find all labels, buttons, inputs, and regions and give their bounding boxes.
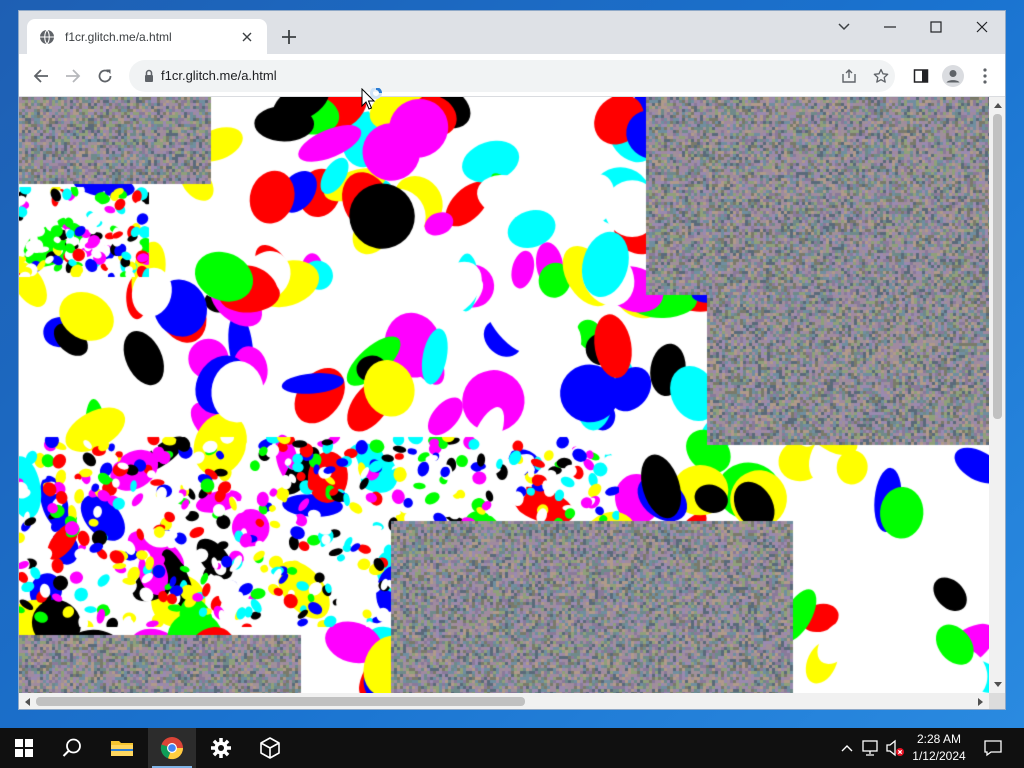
chevron-up-icon[interactable] (837, 738, 857, 758)
system-clock[interactable]: 2:28 AM 1/12/2024 (906, 731, 972, 765)
menu-kebab-icon[interactable] (971, 62, 999, 90)
search-icon[interactable] (48, 728, 96, 768)
minimize-button[interactable] (867, 11, 913, 43)
side-panel-button[interactable] (907, 62, 935, 90)
url-text: f1cr.glitch.me/a.html (161, 68, 277, 83)
scroll-left-arrow[interactable] (19, 693, 36, 709)
horizontal-scrollbar[interactable] (19, 693, 989, 709)
browser-tab[interactable]: f1cr.glitch.me/a.html (27, 19, 267, 54)
bookmark-star-icon[interactable] (869, 64, 893, 88)
reload-button[interactable] (91, 62, 119, 90)
vertical-scrollbar[interactable] (989, 97, 1005, 693)
address-bar[interactable]: f1cr.glitch.me/a.html (129, 60, 895, 92)
browser-window: f1cr.glitch.me/a.html f1cr.glitch.me/a.h… (18, 10, 1006, 710)
busy-cursor-icon (361, 87, 385, 114)
close-window-button[interactable] (959, 11, 1005, 43)
network-icon[interactable] (861, 738, 881, 758)
scroll-up-arrow[interactable] (989, 97, 1005, 114)
profile-avatar[interactable] (939, 62, 967, 90)
share-icon[interactable] (837, 64, 861, 88)
new-tab-button[interactable] (277, 25, 301, 49)
taskbar: 2:28 AM 1/12/2024 (0, 728, 1024, 768)
close-tab-icon[interactable] (237, 27, 257, 47)
volume-muted-icon[interactable] (885, 738, 905, 758)
glitch-canvas (19, 97, 989, 693)
horizontal-scroll-thumb[interactable] (36, 697, 525, 706)
scrollbar-corner (989, 693, 1005, 709)
page-content[interactable] (19, 97, 989, 693)
tab-strip: f1cr.glitch.me/a.html (19, 11, 1005, 54)
tab-search-button[interactable] (821, 11, 867, 43)
clock-date: 1/12/2024 (912, 749, 966, 763)
vertical-scroll-thumb[interactable] (993, 114, 1002, 419)
lock-icon[interactable] (141, 68, 157, 84)
start-button[interactable] (0, 728, 48, 768)
clock-time: 2:28 AM (916, 732, 962, 746)
back-button[interactable] (27, 62, 55, 90)
scroll-down-arrow[interactable] (989, 676, 1005, 693)
notifications-icon[interactable] (978, 728, 1008, 768)
3d-viewer-icon[interactable] (246, 728, 294, 768)
file-explorer-icon[interactable] (98, 728, 146, 768)
forward-button[interactable] (59, 62, 87, 90)
scroll-right-arrow[interactable] (972, 693, 989, 709)
tab-title: f1cr.glitch.me/a.html (65, 29, 172, 44)
globe-icon (39, 29, 55, 45)
settings-gear-icon[interactable] (197, 728, 245, 768)
maximize-button[interactable] (913, 11, 959, 43)
browser-toolbar: f1cr.glitch.me/a.html (19, 54, 1005, 97)
chrome-taskbar-icon[interactable] (148, 728, 196, 768)
